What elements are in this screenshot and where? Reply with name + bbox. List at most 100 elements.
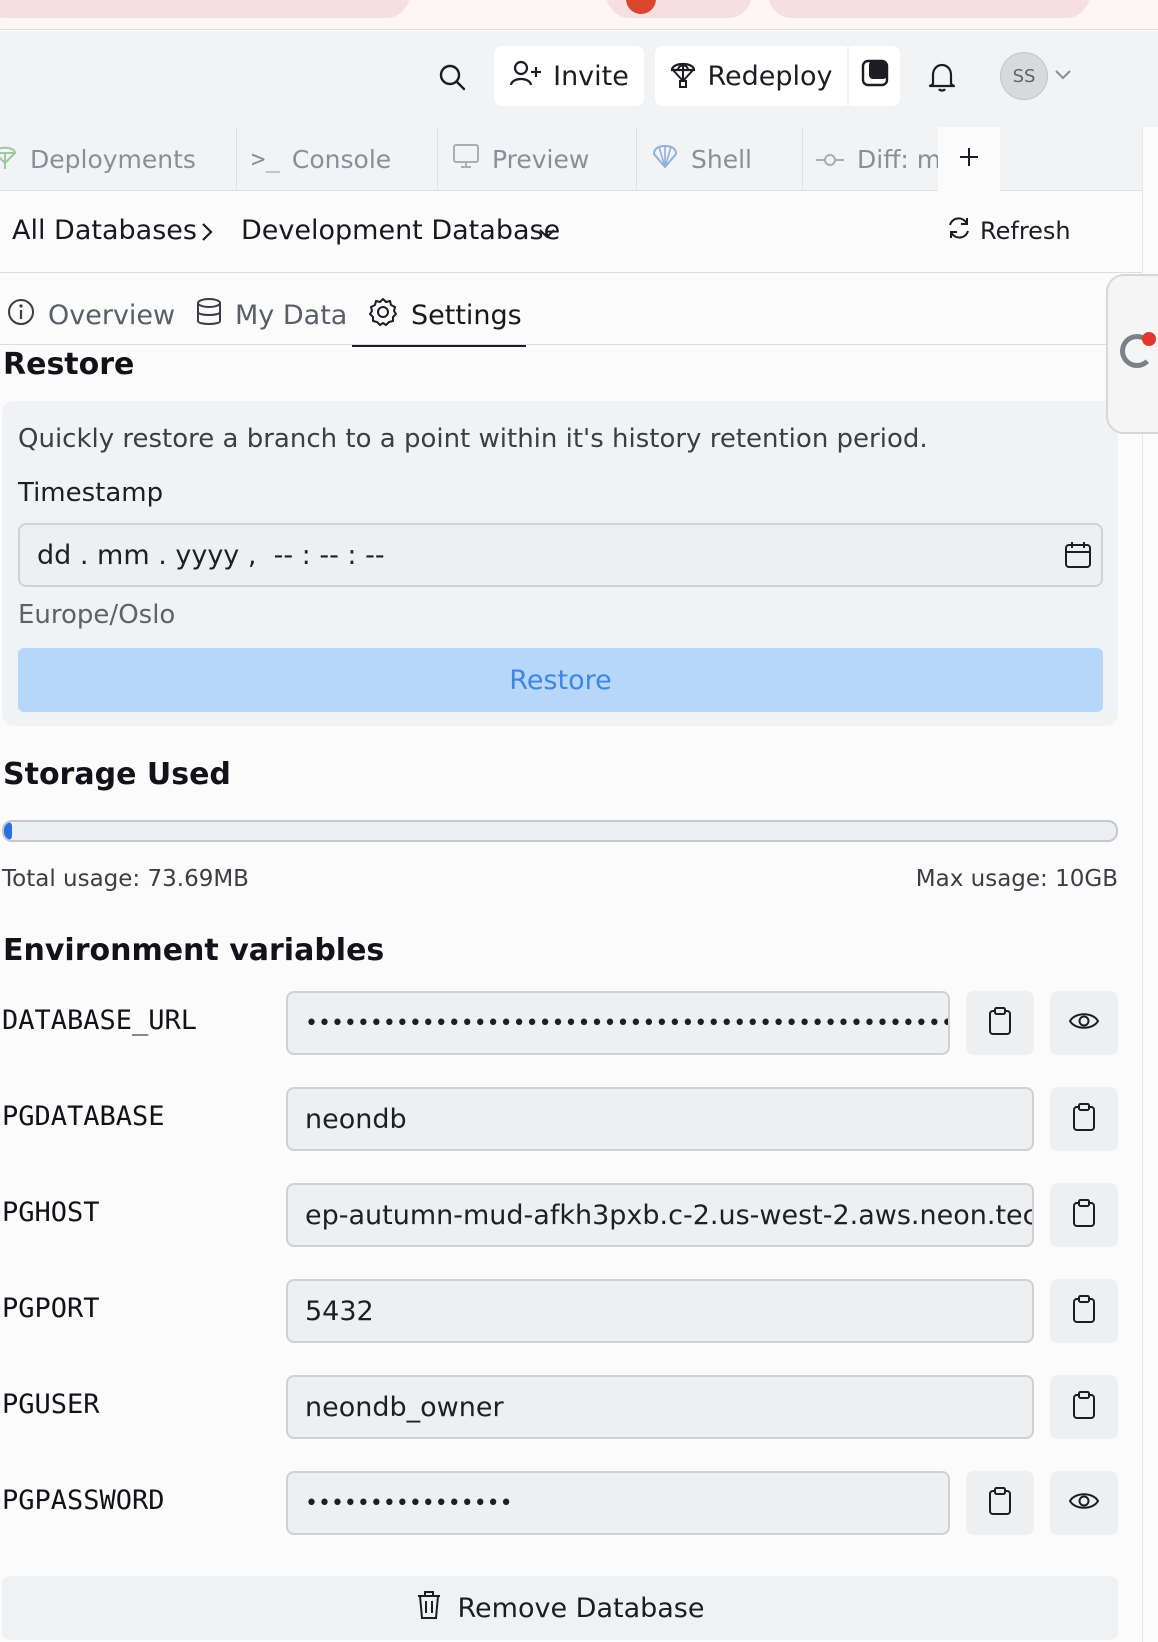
refresh-label: Refresh <box>980 217 1071 245</box>
remove-database-label: Remove Database <box>457 1592 705 1624</box>
storage-progress-bar <box>2 820 1118 842</box>
restore-button[interactable]: Restore <box>18 648 1103 712</box>
env-value-pgport[interactable]: 5432 <box>286 1279 1034 1343</box>
storage-progress-fill <box>4 822 12 840</box>
database-icon <box>195 297 223 334</box>
tab-label: Overview <box>48 299 176 331</box>
breadcrumb-current-database[interactable]: Development Database <box>241 215 560 246</box>
timezone-label: Europe/Oslo <box>18 600 176 630</box>
max-usage-label: Max usage: 10GB <box>915 866 1118 892</box>
gear-icon <box>367 296 399 335</box>
info-icon <box>6 297 36 334</box>
chevron-down-icon[interactable] <box>1052 64 1074 86</box>
monitor-icon <box>452 143 480 175</box>
avatar[interactable]: SS <box>1000 52 1048 100</box>
tab-deployments[interactable]: Deployments <box>0 127 237 191</box>
redeploy-icon <box>669 57 697 96</box>
env-value-text: neondb_owner <box>305 1391 504 1423</box>
tab-overview[interactable]: Overview <box>6 290 175 340</box>
browser-top-strip <box>0 0 1158 30</box>
deployments-icon <box>0 141 18 177</box>
env-value-pghost[interactable]: ep-autumn-mud-afkh3pxb.c-2.us-west-2.aws… <box>286 1183 1034 1247</box>
new-tab-button[interactable] <box>938 127 1000 191</box>
tab-label: Console <box>291 144 392 174</box>
add-user-icon <box>509 59 543 94</box>
notification-dot <box>1142 332 1156 346</box>
refresh-button[interactable]: Refresh <box>946 209 1071 253</box>
reveal-pgpassword-button[interactable] <box>1050 1471 1118 1535</box>
redeploy-button[interactable]: Redeploy <box>655 46 847 106</box>
tab-console[interactable]: >_ Console <box>237 127 438 191</box>
split-window-icon <box>861 59 889 94</box>
tab-preview[interactable]: Preview <box>438 127 637 191</box>
copy-pgpassword-button[interactable] <box>966 1471 1034 1535</box>
env-title: Environment variables <box>3 933 385 968</box>
env-name-pghost: PGHOST <box>2 1197 100 1228</box>
env-name-pgport: PGPORT <box>2 1293 100 1324</box>
tab-label: Diff: ma <box>857 144 938 174</box>
restore-description: Quickly restore a branch to a point with… <box>18 424 928 454</box>
clipboard-icon <box>1072 1390 1096 1424</box>
timestamp-placeholder: dd . mm . yyyy , -- : -- : -- <box>37 539 385 571</box>
diff-icon <box>815 145 845 174</box>
clipboard-icon <box>988 1006 1012 1040</box>
restore-title: Restore <box>3 347 135 382</box>
browser-tab[interactable] <box>0 0 410 18</box>
tab-my-data[interactable]: My Data <box>195 290 347 340</box>
env-value-database-url[interactable]: ••••••••••••••••••••••••••••••••••••••••… <box>286 991 950 1055</box>
search-icon[interactable] <box>430 55 474 99</box>
breadcrumb-all-databases[interactable]: All Databases <box>12 215 197 246</box>
chevron-right-icon <box>200 221 214 247</box>
terminal-icon: >_ <box>251 145 280 173</box>
workspace-tabs: Deployments >_ Console Preview Shell Dif… <box>0 127 1142 191</box>
copy-pguser-button[interactable] <box>1050 1375 1118 1439</box>
storage-title: Storage Used <box>3 757 231 792</box>
copy-pgdatabase-button[interactable] <box>1050 1087 1118 1151</box>
eye-icon <box>1068 1010 1100 1036</box>
plus-icon <box>958 146 980 172</box>
redeploy-label: Redeploy <box>707 60 833 92</box>
calendar-icon[interactable] <box>1064 540 1092 574</box>
browser-tab[interactable] <box>768 0 1090 18</box>
tab-label: Settings <box>411 299 522 331</box>
copy-pgport-button[interactable] <box>1050 1279 1118 1343</box>
env-name-pguser: PGUSER <box>2 1389 100 1420</box>
env-value-pgdatabase[interactable]: neondb <box>286 1087 1034 1151</box>
tab-settings[interactable]: Settings <box>367 290 522 340</box>
tab-label: My Data <box>235 299 348 331</box>
remove-database-button[interactable]: Remove Database <box>2 1576 1118 1640</box>
tab-label: Preview <box>492 144 590 174</box>
env-value-text: ep-autumn-mud-afkh3pxb.c-2.us-west-2.aws… <box>305 1199 1034 1231</box>
clipboard-icon <box>1072 1102 1096 1136</box>
refresh-icon <box>946 215 972 247</box>
tab-label: Shell <box>691 144 752 174</box>
tab-shell[interactable]: Shell <box>637 127 803 191</box>
tabs-divider <box>0 344 1142 345</box>
env-value-pgpassword[interactable]: •••••••••••••••• <box>286 1471 950 1535</box>
copy-database-url-button[interactable] <box>966 991 1034 1055</box>
browser-tab[interactable] <box>606 0 752 18</box>
env-value-text: 5432 <box>305 1295 374 1327</box>
env-value-text: •••••••••••••••• <box>305 1490 513 1516</box>
breadcrumb: All Databases Development Database Refre… <box>0 191 1158 273</box>
eye-icon <box>1068 1490 1100 1516</box>
browser-tab-favicon <box>626 0 656 14</box>
clipboard-icon <box>1072 1198 1096 1232</box>
env-name-database-url: DATABASE_URL <box>2 1005 198 1036</box>
bell-icon[interactable] <box>920 55 964 99</box>
redeploy-options-button[interactable] <box>849 46 900 106</box>
env-value-pguser[interactable]: neondb_owner <box>286 1375 1034 1439</box>
tab-label: Deployments <box>30 144 196 174</box>
grammar-assistant-widget[interactable] <box>1106 274 1158 434</box>
reveal-database-url-button[interactable] <box>1050 991 1118 1055</box>
shell-icon <box>651 143 679 175</box>
invite-button[interactable]: Invite <box>494 46 644 106</box>
clipboard-icon <box>988 1486 1012 1520</box>
chevron-down-icon[interactable] <box>538 225 556 244</box>
copy-pghost-button[interactable] <box>1050 1183 1118 1247</box>
tab-diff[interactable]: Diff: ma <box>803 127 938 191</box>
trash-icon <box>416 1590 442 1627</box>
invite-label: Invite <box>553 60 629 92</box>
timestamp-label: Timestamp <box>18 478 164 508</box>
timestamp-input[interactable]: dd . mm . yyyy , -- : -- : -- <box>18 523 1103 587</box>
